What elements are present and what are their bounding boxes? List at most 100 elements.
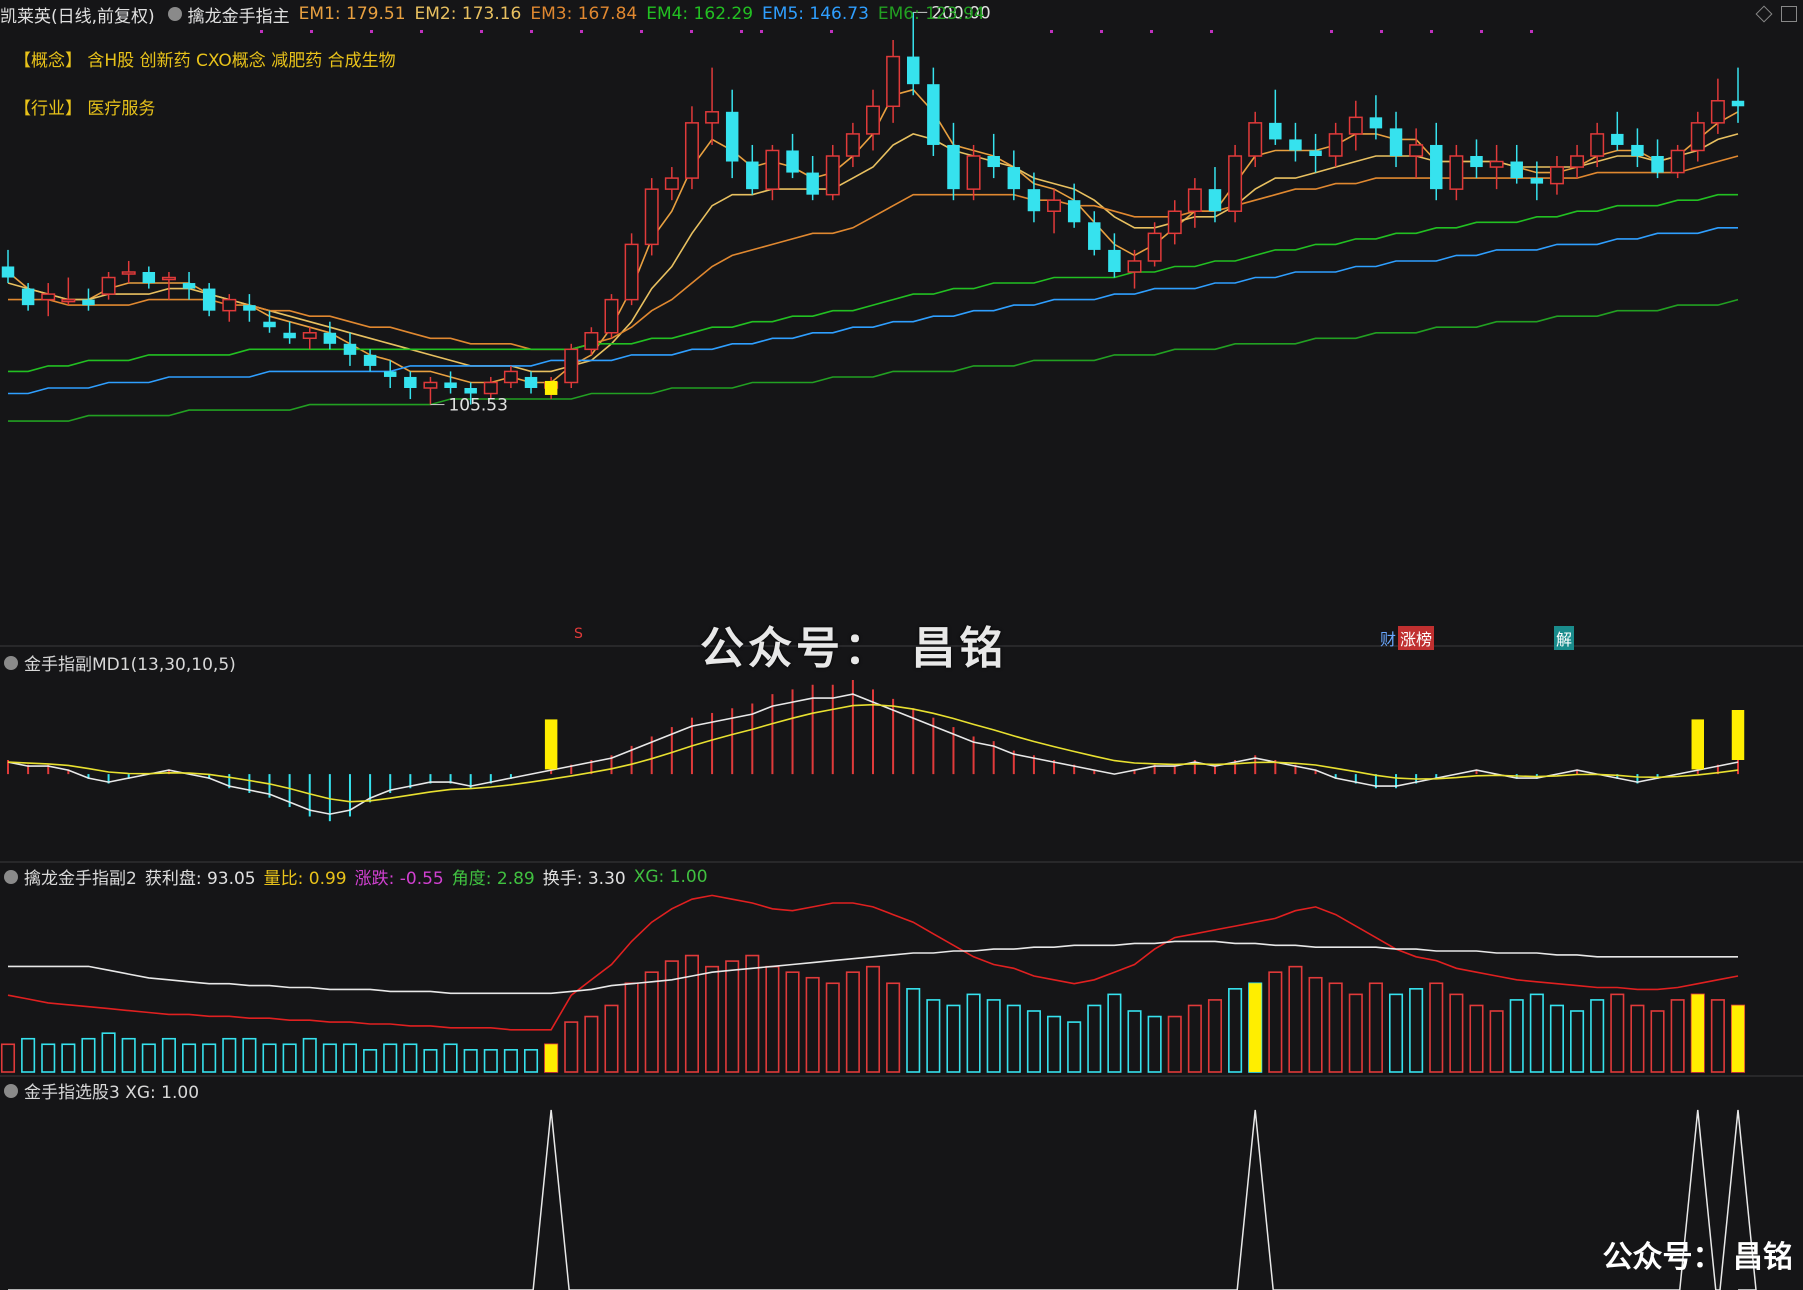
volume-bar xyxy=(1167,1015,1182,1073)
volume-bar xyxy=(322,1043,337,1073)
em1-label: EM1: 179.51 xyxy=(298,4,406,24)
low-annotation-label: 105.53 xyxy=(448,396,507,416)
candle-body xyxy=(343,343,357,355)
candle-body xyxy=(987,156,1000,168)
candle-body xyxy=(243,305,256,311)
panel3-change: 涨跌: -0.55 xyxy=(354,869,444,889)
volume-bar xyxy=(564,1021,579,1073)
volume-bar xyxy=(302,1037,317,1073)
candle-body xyxy=(383,371,397,377)
candle-body xyxy=(1108,249,1121,272)
volume-bar xyxy=(403,1043,418,1073)
volume-signal-bar xyxy=(1731,1005,1745,1072)
volume-bar xyxy=(1147,1015,1162,1073)
candle-body xyxy=(1127,260,1142,273)
candle-body xyxy=(604,298,619,334)
candle-body xyxy=(161,276,176,281)
volume-bar xyxy=(906,988,921,1073)
candle-body xyxy=(644,188,659,246)
candle-body xyxy=(524,376,538,388)
candle-body xyxy=(866,105,880,135)
volume-bar xyxy=(222,1037,237,1073)
volume-bar xyxy=(1710,999,1725,1073)
candle-body xyxy=(664,177,679,190)
panel3-angle: 角度: 2.89 xyxy=(451,869,535,889)
volume-bar xyxy=(1006,1004,1021,1073)
volume-bar xyxy=(664,960,679,1073)
candle-body xyxy=(886,55,901,108)
profit-ratio-line xyxy=(7,894,1739,1031)
candle-body xyxy=(927,84,940,145)
em3-label: EM3: 167.84 xyxy=(530,4,638,24)
volume-bar xyxy=(1409,988,1424,1073)
volume-bar xyxy=(282,1043,297,1073)
indicator-name[interactable]: 擒龙金手指主 xyxy=(188,2,290,27)
volume-bar xyxy=(624,982,639,1073)
ema-line-em2 xyxy=(7,133,1739,373)
panel3-name[interactable]: 擒龙金手指副2 xyxy=(24,864,137,889)
candle-body xyxy=(1510,161,1523,179)
candle-body xyxy=(1269,122,1282,140)
volume-bar xyxy=(1107,993,1122,1073)
volume-bar xyxy=(926,999,941,1073)
candle-body xyxy=(423,381,438,389)
volume-bar xyxy=(182,1043,197,1073)
settings-icon[interactable] xyxy=(167,7,182,21)
volume-bar xyxy=(1489,1010,1504,1073)
candle-body xyxy=(1187,188,1202,212)
volume-bar xyxy=(523,1049,539,1073)
candle-body xyxy=(263,321,276,328)
panel2-settings-icon[interactable] xyxy=(4,655,18,670)
volume-bar xyxy=(1047,1015,1062,1073)
volume-bar xyxy=(1570,1010,1585,1073)
signal-candle xyxy=(544,380,558,395)
candle-body xyxy=(684,122,699,179)
md1-signal-bar xyxy=(1731,710,1745,760)
volume-bar xyxy=(1288,965,1303,1073)
volume-signal-bar xyxy=(544,1044,558,1072)
volume-bar xyxy=(745,954,760,1073)
volume-bar xyxy=(383,1043,398,1073)
concept-tag: 【概念】 含H股 创新药 CXO概念 减肥药 合成生物 xyxy=(14,51,396,71)
panel4-title[interactable]: 金手指选股3 XG: 1.00 xyxy=(24,1078,199,1103)
volume-signal-bar xyxy=(1691,994,1705,1072)
candle-body xyxy=(1731,100,1745,107)
candle-body xyxy=(1047,199,1062,212)
volume-bar xyxy=(1228,988,1243,1073)
volume-bar xyxy=(1127,1010,1142,1073)
top-marker-dot xyxy=(1330,30,1333,33)
window-icon[interactable] xyxy=(1781,6,1797,22)
volume-bar xyxy=(61,1043,76,1073)
watermark-center: 公众号： 昌铭 xyxy=(700,623,1008,674)
candle-body xyxy=(444,382,457,388)
candle-body xyxy=(806,172,819,195)
em5-label: EM5: 146.73 xyxy=(762,4,869,24)
volume-bar xyxy=(242,1037,257,1073)
stock-title[interactable]: 凯莱英(日线,前复权) xyxy=(0,2,155,27)
candle-body xyxy=(786,150,799,173)
volume-bar xyxy=(1368,982,1383,1073)
top-marker-dot xyxy=(640,30,643,33)
volume-bar xyxy=(1348,993,1363,1073)
volume-bar xyxy=(825,982,840,1073)
panel3-settings-icon[interactable] xyxy=(4,869,18,884)
candle-body xyxy=(1328,133,1343,157)
volume-bar xyxy=(865,965,881,1073)
panel4-settings-icon[interactable] xyxy=(4,1083,18,1098)
candle-body xyxy=(1348,116,1363,135)
volume-bar xyxy=(1268,971,1283,1073)
candle-body xyxy=(302,332,317,340)
volume-bar xyxy=(1026,1010,1041,1073)
top-marker-dot xyxy=(1530,30,1533,33)
volume-bar xyxy=(1630,1004,1645,1073)
candle-body xyxy=(1147,232,1162,262)
panel2-title[interactable]: 金手指副MD1(13,30,10,5) xyxy=(24,650,236,675)
watermark-corner: 公众号： 昌铭 xyxy=(1602,1240,1793,1275)
industry-tag: 【行业】 医疗服务 xyxy=(14,99,156,119)
candle-body xyxy=(1549,166,1564,185)
top-marker-dot xyxy=(370,30,373,33)
volume-bar xyxy=(1087,1004,1102,1073)
volume-bar xyxy=(41,1043,56,1073)
header-bar: 凯莱英(日线,前复权) 擒龙金手指主 EM1: 179.51 EM2: 173.… xyxy=(0,0,1803,28)
volume-bar xyxy=(584,1015,599,1073)
